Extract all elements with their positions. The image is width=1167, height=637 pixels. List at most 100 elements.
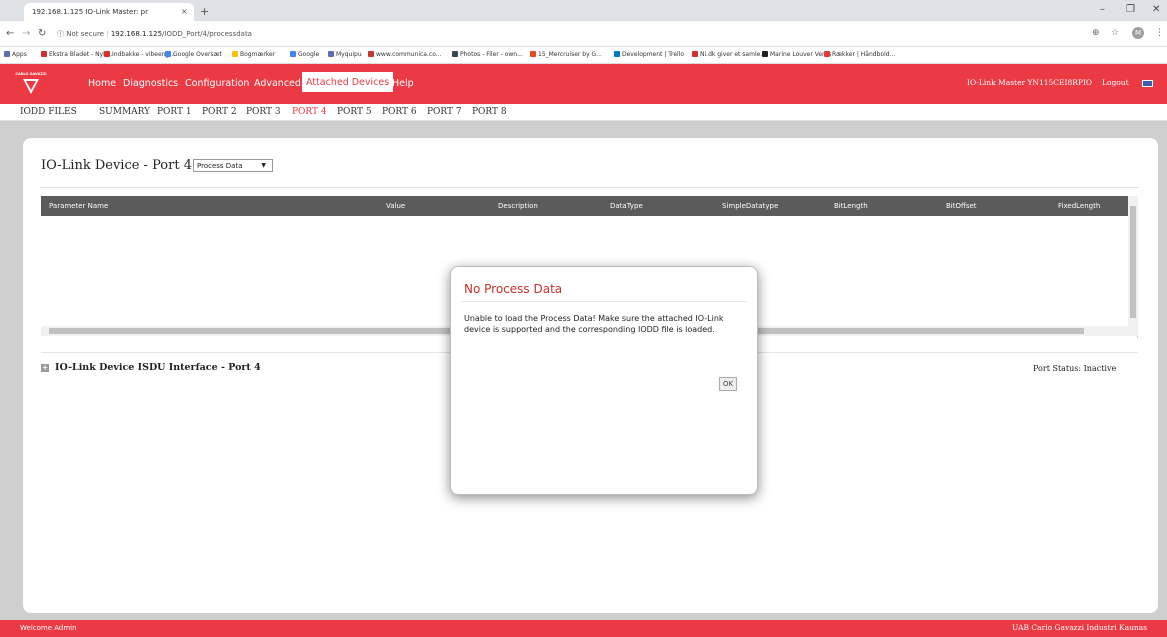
bookmark-favicon-icon <box>530 51 536 57</box>
column-header[interactable]: Description <box>498 202 538 210</box>
tab-close-icon[interactable]: × <box>181 7 188 16</box>
bookmark-label: Myquipu <box>336 51 362 58</box>
nav-configuration[interactable]: Configuration <box>185 78 249 89</box>
bookmark-favicon-icon <box>104 51 110 57</box>
subnav-port-5[interactable]: PORT 5 <box>337 107 372 117</box>
language-flag-icon[interactable] <box>1142 80 1153 87</box>
carlo-gavazzi-logo: CARLO GAVAZZI <box>14 72 64 98</box>
company-name: UAB Carlo Gavazzi Industri Kaunas <box>1012 623 1148 632</box>
port-subnav: IODD FILES SUMMARY PORT 1 PORT 2 PORT 3 … <box>0 104 1167 121</box>
bookmark-favicon-icon <box>165 51 171 57</box>
bookmark-label: Google <box>298 51 320 58</box>
url-field[interactable]: ⓘ Not secure | 192.168.1.125/IODD_Port/4… <box>57 29 252 39</box>
minimize-button[interactable]: – <box>1100 4 1105 15</box>
column-header[interactable]: Parameter Name <box>49 202 108 210</box>
not-secure-label: Not secure <box>66 30 104 38</box>
nav-attached-devices[interactable]: Attached Devices <box>302 72 394 92</box>
subnav-port-1[interactable]: PORT 1 <box>157 107 192 117</box>
app-header: CARLO GAVAZZI Home Diagnostics Configura… <box>0 64 1167 104</box>
tab-title: 192.168.1.125 IO-Link Master: pr <box>32 8 148 16</box>
bookmark-favicon-icon <box>290 51 296 57</box>
page-title: IO-Link Device - Port 4 <box>41 158 192 173</box>
no-process-data-dialog: No Process Data Unable to load the Proce… <box>450 266 758 495</box>
nav-diagnostics[interactable]: Diagnostics <box>123 78 178 89</box>
bookmark-item[interactable]: Google <box>290 51 319 58</box>
bookmark-favicon-icon <box>824 51 830 57</box>
new-tab-button[interactable]: + <box>200 5 209 18</box>
divider <box>41 187 1138 188</box>
bookmark-item[interactable]: Ekstra Bladet - Nyh... <box>41 51 113 58</box>
bookmark-label: Google Oversæt <box>173 51 222 58</box>
footer: Welcome Admin UAB Carlo Gavazzi Industri… <box>0 620 1167 637</box>
menu-dots-icon[interactable]: ⋮ <box>1155 28 1164 38</box>
welcome-text: Welcome Admin <box>20 624 77 632</box>
forward-arrow-icon[interactable]: → <box>22 28 30 39</box>
bookmark-item[interactable]: Bogmærker <box>232 51 275 58</box>
column-header[interactable]: Value <box>386 202 405 210</box>
bookmark-item[interactable]: Development | Trello <box>614 51 684 58</box>
browser-tab[interactable]: 192.168.1.125 IO-Link Master: pr <box>24 3 194 21</box>
bookmark-favicon-icon <box>452 51 458 57</box>
bookmark-item[interactable]: Myquipu <box>328 51 362 58</box>
bookmarks-bar: Apps Ekstra Bladet - Nyh... Indbakke - vib… <box>0 47 1167 64</box>
back-arrow-icon[interactable]: ← <box>6 28 14 39</box>
bookmark-favicon-icon <box>232 51 238 57</box>
bookmark-label: Rækker | Håndbold... <box>832 51 896 58</box>
bookmark-label: Photos - Filer - own... <box>460 51 523 58</box>
subnav-summary[interactable]: SUMMARY <box>99 107 150 117</box>
bookmark-label: www.communica.co... <box>376 51 442 58</box>
bookmark-item[interactable]: Photos - Filer - own... <box>452 51 523 58</box>
column-header[interactable]: FixedLength <box>1058 202 1100 210</box>
bookmark-favicon-icon <box>762 51 768 57</box>
expand-plus-icon[interactable]: + <box>41 364 49 372</box>
vertical-scrollbar[interactable] <box>1128 196 1138 336</box>
select-value: Process Data <box>197 162 243 170</box>
bookmark-item[interactable]: Ni.dk giver et samle... <box>692 51 766 58</box>
info-icon[interactable]: ⓘ <box>57 30 64 38</box>
bookmark-item[interactable]: 15_Mercruiser by G... <box>530 51 602 58</box>
dialog-message: Unable to load the Process Data! Make su… <box>464 314 724 334</box>
subnav-port-6[interactable]: PORT 6 <box>382 107 417 117</box>
nav-home[interactable]: Home <box>88 78 116 89</box>
isdu-label: IO-Link Device ISDU Interface - Port 4 <box>55 362 261 373</box>
bookmark-item[interactable]: Apps <box>4 51 27 58</box>
close-window-button[interactable]: ✕ <box>1152 4 1160 15</box>
isdu-interface-toggle[interactable]: + IO-Link Device ISDU Interface - Port 4 <box>41 362 261 373</box>
subnav-port-4[interactable]: PORT 4 <box>292 107 327 117</box>
bookmark-favicon-icon <box>614 51 620 57</box>
star-icon[interactable]: ☆ <box>1111 28 1119 38</box>
bookmark-favicon-icon <box>368 51 374 57</box>
logout-link[interactable]: Logout <box>1102 78 1129 87</box>
bookmark-item[interactable]: Google Oversæt <box>165 51 222 58</box>
subnav-port-8[interactable]: PORT 8 <box>472 107 507 117</box>
nav-advanced[interactable]: Advanced <box>254 78 301 89</box>
bookmark-item[interactable]: www.communica.co... <box>368 51 441 58</box>
dialog-title: No Process Data <box>464 282 563 296</box>
browser-tab-strip: 192.168.1.125 IO-Link Master: pr × + – ❐… <box>0 0 1167 21</box>
restore-button[interactable]: ❐ <box>1126 4 1135 15</box>
port-status: Port Status: Inactive <box>1033 364 1117 373</box>
subnav-port-3[interactable]: PORT 3 <box>246 107 281 117</box>
url-host: 192.168.1.125 <box>110 30 163 38</box>
table-header: Parameter Name Value Description DataTyp… <box>41 196 1128 216</box>
ok-button[interactable]: OK <box>719 377 737 391</box>
bookmark-label: 15_Mercruiser by G... <box>538 51 602 58</box>
subnav-iodd-files[interactable]: IODD FILES <box>20 107 77 117</box>
url-path: /IODD_Port/4/processdata <box>162 30 252 38</box>
zoom-icon[interactable]: ⊕ <box>1092 28 1100 38</box>
column-header[interactable]: DataType <box>610 202 643 210</box>
data-view-select[interactable]: Process Data ▼ <box>193 159 273 172</box>
subnav-port-7[interactable]: PORT 7 <box>427 107 462 117</box>
scroll-thumb[interactable] <box>1130 206 1136 318</box>
bookmark-favicon-icon <box>41 51 47 57</box>
bookmark-favicon-icon <box>328 51 334 57</box>
column-header[interactable]: BitOffset <box>946 202 977 210</box>
subnav-port-2[interactable]: PORT 2 <box>202 107 237 117</box>
column-header[interactable]: SimpleDatatype <box>722 202 778 210</box>
reload-icon[interactable]: ↻ <box>38 28 46 39</box>
column-header[interactable]: BitLength <box>834 202 868 210</box>
nav-help[interactable]: Help <box>392 78 414 89</box>
profile-avatar[interactable]: M <box>1132 27 1144 39</box>
bookmark-item[interactable]: Rækker | Håndbold... <box>824 51 895 58</box>
bookmark-item[interactable]: Marine Louver Vents <box>762 51 831 58</box>
